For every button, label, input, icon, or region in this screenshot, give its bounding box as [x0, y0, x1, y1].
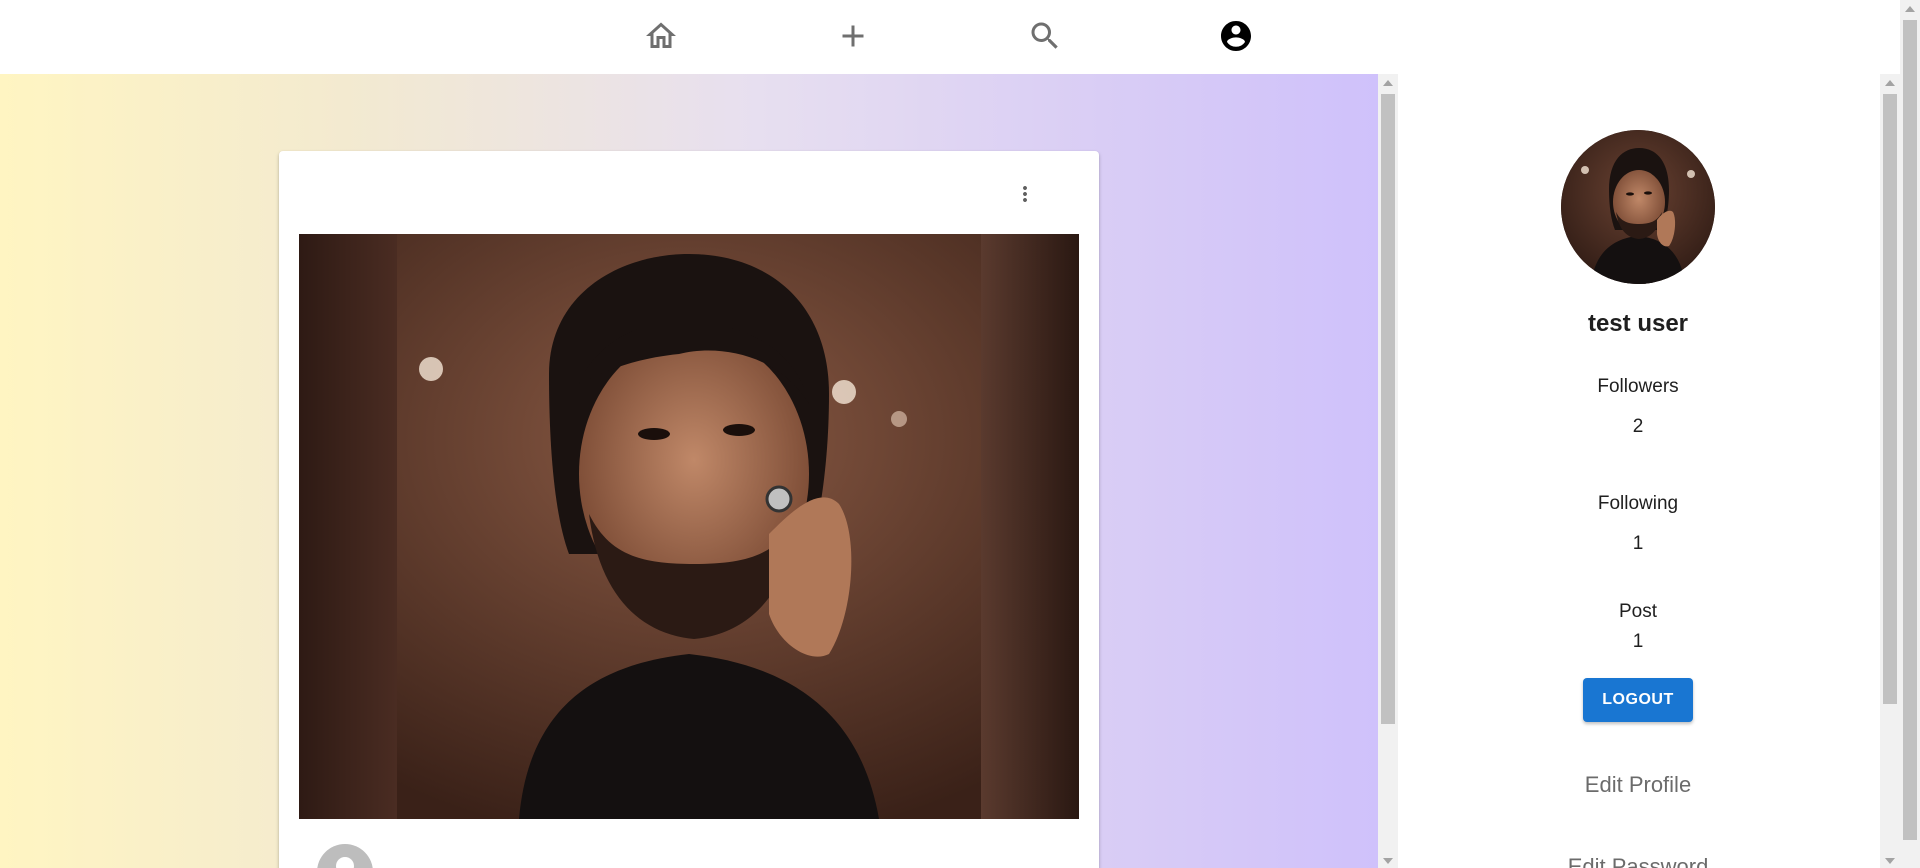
feed-area [0, 74, 1378, 868]
top-navigation [0, 0, 1900, 74]
followers-label: Followers [1597, 376, 1679, 397]
nav-home-button[interactable] [639, 14, 683, 58]
post-author-avatar[interactable] [317, 844, 373, 868]
scroll-thumb[interactable] [1381, 94, 1395, 724]
post-label: Post [1618, 601, 1658, 622]
profile-photo [1561, 130, 1715, 284]
window-scrollbar[interactable] [1900, 0, 1920, 868]
scroll-up-arrow[interactable] [1383, 80, 1393, 86]
followers-count[interactable]: 2 [1398, 416, 1878, 438]
edit-password-link[interactable]: Edit Password [1398, 854, 1878, 868]
following-count[interactable]: 1 [1398, 533, 1878, 555]
search-icon [1031, 22, 1058, 49]
post-photo[interactable] [299, 234, 1079, 819]
profile-scrollbar[interactable] [1880, 74, 1900, 868]
post-card [279, 151, 1099, 868]
scroll-down-arrow[interactable] [1383, 858, 1393, 864]
more-vert-icon [1023, 186, 1027, 202]
portrait-image [299, 234, 1079, 819]
post-count: 1 [1632, 631, 1644, 652]
feed-scrollbar[interactable] [1378, 74, 1398, 868]
profile-panel: test user Followers 2 Following 1 Post 1… [1398, 74, 1878, 868]
profile-avatar[interactable] [1561, 130, 1715, 284]
nav-add-button[interactable] [831, 14, 875, 58]
scroll-thumb[interactable] [1883, 94, 1897, 704]
edit-profile-link[interactable]: Edit Profile [1398, 772, 1878, 798]
logout-button[interactable]: LOGOUT [1583, 678, 1693, 722]
post-menu-button[interactable] [1005, 174, 1045, 214]
nav-search-button[interactable] [1023, 14, 1067, 58]
following-label: Following [1597, 493, 1679, 514]
scroll-down-arrow[interactable] [1885, 858, 1895, 864]
account-circle-icon [1221, 21, 1251, 51]
nav-profile-button[interactable] [1214, 14, 1258, 58]
scroll-up-arrow[interactable] [1905, 6, 1915, 12]
profile-username: test user [1587, 310, 1689, 337]
add-icon [842, 25, 864, 47]
scroll-thumb[interactable] [1903, 20, 1917, 840]
home-icon [646, 22, 676, 48]
scroll-up-arrow[interactable] [1885, 80, 1895, 86]
person-icon [336, 857, 354, 868]
